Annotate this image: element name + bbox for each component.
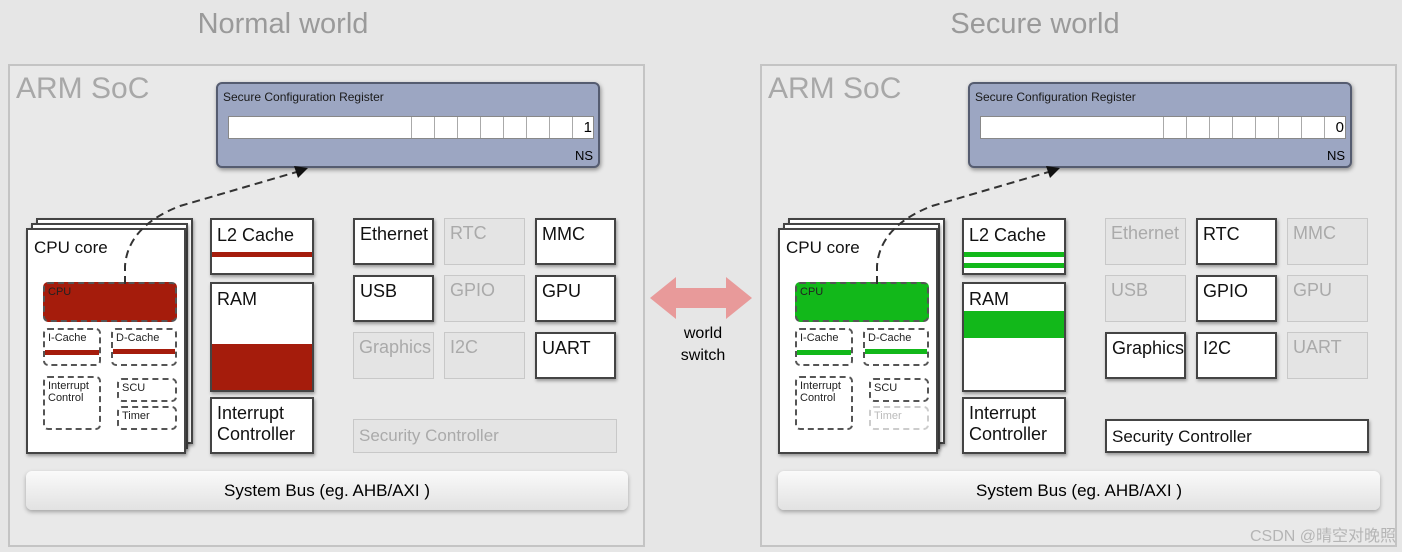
security-controller: Security Controller	[353, 419, 617, 453]
peripheral-uart: UART	[535, 332, 616, 379]
peripheral-graphics: Graphics	[353, 332, 434, 379]
peripheral-mmc: MMC	[535, 218, 616, 265]
peripheral-graphics: Graphics	[1105, 332, 1186, 379]
arm-soc: ARM SoC Secure Configuration Register 0 NS C…	[760, 64, 1397, 547]
l2-cache-label: L2 Cache	[969, 225, 1047, 245]
ram-label: RAM	[217, 289, 257, 309]
l2-cache-fill	[964, 252, 1064, 257]
l2-cache-fill	[964, 263, 1064, 268]
peripheral-rtc: RTC	[1196, 218, 1277, 265]
world-switch-label-1: world	[683, 325, 723, 342]
ram-label: RAM	[969, 289, 1009, 309]
peripheral-i2c: I2C	[444, 332, 525, 379]
peripheral-usb: USB	[1105, 275, 1186, 322]
peripheral-gpu: GPU	[535, 275, 616, 322]
arm-soc: ARM SoC Secure Configuration Register 1 NS C…	[8, 64, 645, 547]
peripheral-ethernet: Ethernet	[1105, 218, 1186, 265]
peripheral-gpio: GPIO	[1196, 275, 1277, 322]
peripheral-rtc: RTC	[444, 218, 525, 265]
l2-cache-label: L2 Cache	[217, 225, 295, 245]
l2-cache: L2 Cache	[210, 218, 314, 275]
peripheral-ethernet: Ethernet	[353, 218, 434, 265]
peripheral-i2c: I2C	[1196, 332, 1277, 379]
peripheral-mmc: MMC	[1287, 218, 1368, 265]
double-arrow-icon	[650, 277, 752, 319]
interrupt-controller: Interrupt Controller	[962, 397, 1066, 454]
world-switch-label-2: switch	[680, 347, 726, 364]
system-bus: System Bus (eg. AHB/AXI )	[778, 471, 1380, 510]
watermark: CSDN @晴空对晚照	[1249, 528, 1396, 545]
world-title: Normal world	[197, 8, 369, 40]
l2-cache-fill	[212, 252, 312, 257]
ram: RAM	[962, 282, 1066, 392]
l2-cache: L2 Cache	[962, 218, 1066, 275]
peripheral-gpu: GPU	[1287, 275, 1368, 322]
ram-fill	[964, 311, 1064, 338]
peripheral-gpio: GPIO	[444, 275, 525, 322]
system-bus: System Bus (eg. AHB/AXI )	[26, 471, 628, 510]
ram: RAM	[210, 282, 314, 392]
world-title: Secure world	[950, 8, 1120, 40]
peripheral-uart: UART	[1287, 332, 1368, 379]
ram-fill	[212, 344, 312, 390]
interrupt-controller: Interrupt Controller	[210, 397, 314, 454]
security-controller: Security Controller	[1105, 419, 1369, 453]
peripheral-usb: USB	[353, 275, 434, 322]
